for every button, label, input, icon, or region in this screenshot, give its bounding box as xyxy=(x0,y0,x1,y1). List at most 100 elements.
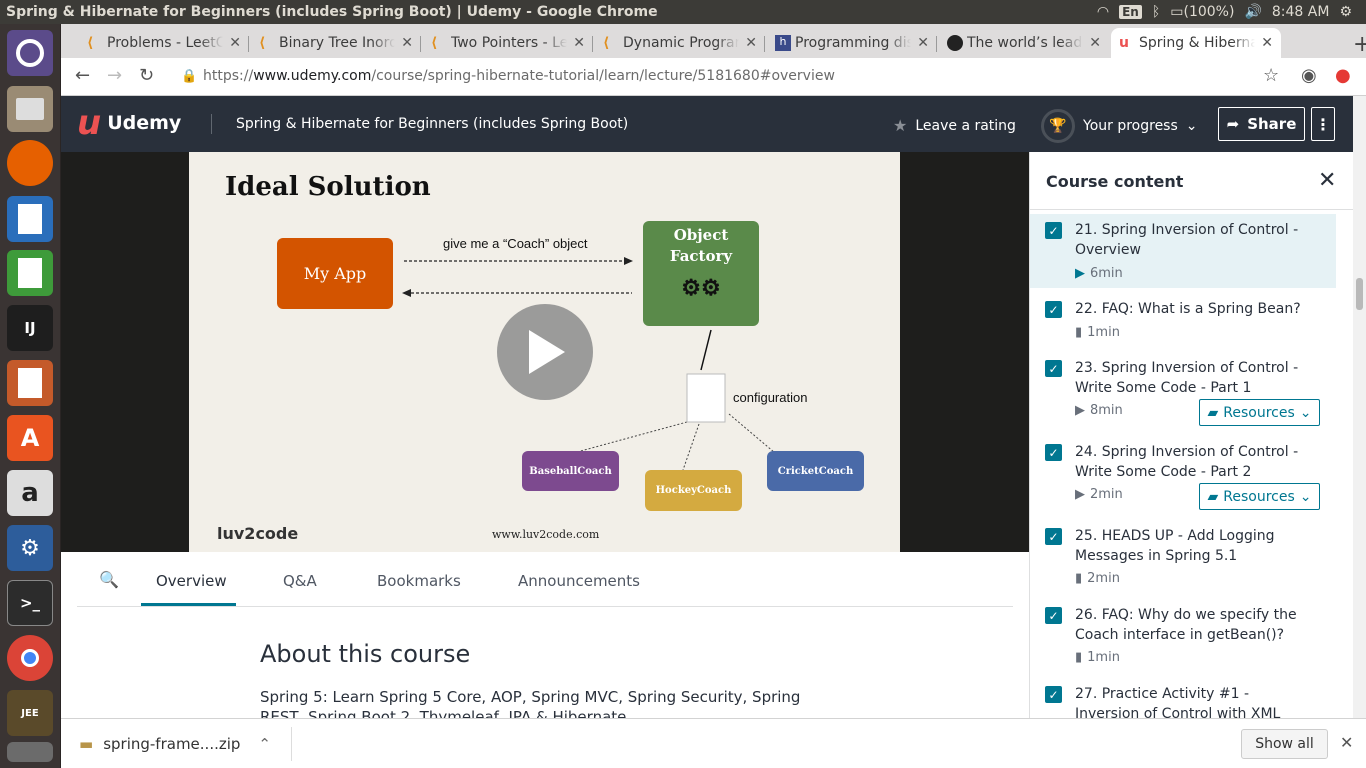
bookmark-star-icon[interactable]: ☆ xyxy=(1263,65,1279,86)
lecture-item[interactable]: ✓ 23. Spring Inversion of Control - Writ… xyxy=(1030,352,1336,432)
keyboard-language-indicator[interactable]: En xyxy=(1119,5,1142,19)
course-title[interactable]: Spring & Hibernate for Beginners (includ… xyxy=(236,116,628,132)
url-field[interactable]: https://www.udemy.com/course/spring-hibe… xyxy=(203,68,835,84)
close-shelf-icon[interactable]: ✕ xyxy=(1340,733,1353,752)
lock-icon[interactable]: 🔒 xyxy=(181,69,197,84)
scrollbar-thumb[interactable] xyxy=(1356,278,1363,310)
search-icon[interactable]: 🔍 xyxy=(99,570,119,589)
show-all-button[interactable]: Show all xyxy=(1241,729,1328,759)
share-button[interactable]: ➦ Share xyxy=(1218,107,1305,141)
battery-indicator[interactable]: ▭(100%) xyxy=(1170,4,1234,20)
checkbox-checked-icon[interactable]: ✓ xyxy=(1045,301,1062,318)
video-player[interactable]: Ideal Solution My App give me a “Coach” … xyxy=(61,152,1029,552)
close-icon[interactable]: ✕ xyxy=(917,35,929,51)
forward-icon[interactable]: → xyxy=(107,65,122,86)
lecture-item[interactable]: ✓ 27. Practice Activity #1 - Inversion o… xyxy=(1030,678,1336,718)
page-scrollbar[interactable] xyxy=(1353,96,1366,718)
lecture-duration: ▮ 1min xyxy=(1075,650,1120,665)
tab-github[interactable]: The world’s leading ✕ xyxy=(939,28,1109,58)
play-button[interactable] xyxy=(497,304,593,400)
trash-icon[interactable] xyxy=(7,742,53,762)
tab-dynamic-programming[interactable]: ⟨ Dynamic Programming ✕ xyxy=(595,28,765,58)
archive-file-icon: ▬ xyxy=(79,735,94,753)
close-icon[interactable]: ✕ xyxy=(1089,35,1101,51)
lecture-item[interactable]: ✓ 24. Spring Inversion of Control - Writ… xyxy=(1030,436,1336,516)
unity-launcher: IJ A a ⚙ >_ JEE xyxy=(0,24,61,768)
gears-icon: ⚙⚙ xyxy=(681,275,721,301)
checkbox-checked-icon[interactable]: ✓ xyxy=(1045,222,1062,239)
play-circle-icon: ▶ xyxy=(1075,403,1085,418)
clock[interactable]: 8:48 AM xyxy=(1272,4,1330,20)
bluetooth-icon[interactable]: ᛒ xyxy=(1152,4,1160,20)
sidebar-header: Course content ✕ xyxy=(1030,152,1353,210)
wifi-icon[interactable]: ◠ xyxy=(1097,4,1109,20)
share-label: Share xyxy=(1247,115,1297,133)
back-icon[interactable]: ← xyxy=(75,65,90,86)
lecture-item[interactable]: ✓ 25. HEADS UP - Add Logging Messages in… xyxy=(1030,520,1336,594)
tab-binary-tree[interactable]: ⟨ Binary Tree Inorder ✕ xyxy=(251,28,421,58)
extension-icon[interactable]: ◉ xyxy=(1301,65,1317,86)
lecture-title: 27. Practice Activity #1 - Inversion of … xyxy=(1075,686,1281,718)
files-icon[interactable] xyxy=(7,86,53,132)
tab-bookmarks[interactable]: Bookmarks xyxy=(377,572,461,590)
more-options-button[interactable]: ⋮ xyxy=(1311,107,1335,141)
checkbox-checked-icon[interactable]: ✓ xyxy=(1045,528,1062,545)
tab-qa[interactable]: Q&A xyxy=(283,572,317,590)
software-center-icon[interactable]: A xyxy=(7,415,53,461)
amazon-icon[interactable]: a xyxy=(7,470,53,516)
tab-udemy-active[interactable]: u Spring & Hibernate ✕ xyxy=(1111,28,1281,58)
power-gear-icon[interactable]: ⚙ xyxy=(1339,4,1352,20)
download-shelf: ▬ spring-frame....zip ⌃ Show all ✕ xyxy=(61,718,1366,768)
intellij-icon[interactable]: IJ xyxy=(7,305,53,351)
lecture-item[interactable]: ✓ 26. FAQ: Why do we specify the Coach i… xyxy=(1030,599,1336,673)
duration-text: 1min xyxy=(1087,325,1120,340)
download-item[interactable]: ▬ spring-frame....zip ⌃ xyxy=(79,735,271,753)
checkbox-checked-icon[interactable]: ✓ xyxy=(1045,360,1062,377)
duration-text: 2min xyxy=(1090,487,1123,502)
lecture-title: 23. Spring Inversion of Control - Write … xyxy=(1075,360,1299,396)
baseball-coach-box: BaseballCoach xyxy=(522,451,619,491)
tab-two-pointers[interactable]: ⟨ Two Pointers - LeetCode ✕ xyxy=(423,28,593,58)
close-icon[interactable]: ✕ xyxy=(1261,35,1273,51)
lecture-item[interactable]: ✓ 21. Spring Inversion of Control - Over… xyxy=(1030,214,1336,288)
impress-icon[interactable] xyxy=(7,360,53,406)
terminal-icon[interactable]: >_ xyxy=(7,580,53,626)
firefox-icon[interactable] xyxy=(7,140,53,186)
leave-rating-button[interactable]: ★ Leave a rating xyxy=(893,116,1016,135)
profile-icon[interactable]: ● xyxy=(1335,65,1351,86)
close-icon[interactable]: ✕ xyxy=(573,35,585,51)
udemy-logo[interactable]: u Udemy xyxy=(77,106,181,140)
resources-button[interactable]: ▰ Resources ⌄ xyxy=(1199,399,1320,426)
folder-icon: ▰ xyxy=(1207,488,1219,505)
close-icon[interactable]: ✕ xyxy=(401,35,413,51)
lecture-slide: Ideal Solution My App give me a “Coach” … xyxy=(189,152,900,552)
resources-button[interactable]: ▰ Resources ⌄ xyxy=(1199,483,1320,510)
calc-icon[interactable] xyxy=(7,250,53,296)
your-progress-button[interactable]: 🏆 Your progress ⌄ xyxy=(1041,109,1198,143)
checkbox-checked-icon[interactable]: ✓ xyxy=(1045,686,1062,703)
chevron-up-icon[interactable]: ⌃ xyxy=(258,735,271,753)
close-icon[interactable]: ✕ xyxy=(745,35,757,51)
volume-icon[interactable]: 🔊 xyxy=(1244,4,1261,20)
battery-percent: (100%) xyxy=(1183,4,1235,20)
ubuntu-dash-icon[interactable] xyxy=(7,30,53,76)
shelf-divider xyxy=(291,727,292,761)
tab-programming-discussion[interactable]: h Programming discussion ✕ xyxy=(767,28,937,58)
lecture-item[interactable]: ✓ 22. FAQ: What is a Spring Bean? ▮ 1min xyxy=(1030,293,1336,348)
close-icon[interactable]: ✕ xyxy=(229,35,241,51)
eclipse-icon[interactable]: JEE xyxy=(7,690,53,736)
new-tab-button[interactable]: + xyxy=(1353,32,1366,57)
checkbox-checked-icon[interactable]: ✓ xyxy=(1045,444,1062,461)
tab-leetcode-problems[interactable]: ⟨ Problems - LeetCode ✕ xyxy=(79,28,249,58)
your-progress-label: Your progress xyxy=(1083,118,1178,134)
settings-icon[interactable]: ⚙ xyxy=(7,525,53,571)
tab-overview[interactable]: Overview xyxy=(156,572,227,590)
writer-icon[interactable] xyxy=(7,196,53,242)
reload-icon[interactable]: ↻ xyxy=(139,65,154,86)
chrome-icon[interactable] xyxy=(7,635,53,681)
tab-label: Two Pointers - LeetCode xyxy=(451,35,568,51)
close-sidebar-icon[interactable]: ✕ xyxy=(1318,168,1336,193)
url-host: www.udemy.com xyxy=(253,68,372,84)
tab-announcements[interactable]: Announcements xyxy=(518,572,640,590)
checkbox-checked-icon[interactable]: ✓ xyxy=(1045,607,1062,624)
